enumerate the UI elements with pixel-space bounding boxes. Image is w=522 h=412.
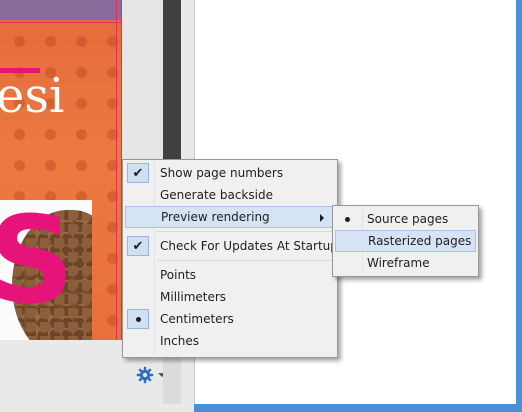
- menu-check-slot: [125, 330, 152, 352]
- menu-item-label: Preview rendering: [161, 210, 270, 224]
- page-photo: S: [0, 200, 92, 340]
- bleed-guide-horizontal: [0, 22, 122, 23]
- window-bottom-left: [0, 404, 194, 412]
- menu-item-label: Source pages: [367, 212, 449, 226]
- submenu-item-rasterized-pages[interactable]: Rasterized pages: [335, 230, 476, 252]
- radio-dot-icon: [127, 309, 149, 329]
- menu-item-centimeters[interactable]: Centimeters: [125, 308, 335, 330]
- menu-item-label: Generate backside: [160, 188, 273, 202]
- menu-item-label: Wireframe: [367, 256, 430, 270]
- menu-check-slot: [335, 252, 359, 274]
- menu-check-slot: [336, 230, 360, 252]
- page-preview[interactable]: esi S: [0, 0, 122, 340]
- menu-item-label: Centimeters: [160, 312, 234, 326]
- page-top-band: [0, 0, 122, 20]
- menu-check-slot: [126, 206, 153, 228]
- page-big-glyph: S: [0, 200, 75, 331]
- menu-item-label: Millimeters: [160, 290, 227, 304]
- checkmark-icon: ✔: [127, 236, 149, 256]
- menu-item-label: Check For Updates At Startup: [160, 239, 338, 253]
- menu-item-label: Inches: [160, 334, 199, 348]
- menu-check-slot: [125, 286, 152, 308]
- gear-icon: [136, 366, 154, 384]
- page-headline: esi: [0, 68, 65, 124]
- window-border-right: [516, 0, 522, 412]
- menu-item-show-page-numbers[interactable]: ✔ Show page numbers: [125, 162, 335, 184]
- menu-item-label: Rasterized pages: [368, 234, 472, 248]
- menu-item-label: Show page numbers: [160, 166, 284, 180]
- menu-item-millimeters[interactable]: Millimeters: [125, 286, 335, 308]
- menu-item-generate-backside[interactable]: Generate backside: [125, 184, 335, 206]
- menu-item-preview-rendering[interactable]: Preview rendering: [125, 206, 335, 228]
- menu-separator: [125, 228, 335, 235]
- vertical-scrollbar[interactable]: [163, 0, 181, 160]
- radio-dot-icon: [335, 208, 359, 230]
- menu-separator: [125, 257, 335, 264]
- preview-rendering-submenu: Source pages Rasterized pages Wireframe: [332, 205, 479, 277]
- bleed-guide-vertical: [116, 0, 117, 340]
- menu-item-points[interactable]: Points: [125, 264, 335, 286]
- checkmark-icon: ✔: [127, 163, 149, 183]
- submenu-arrow-icon: [320, 214, 324, 222]
- menu-check-slot: [125, 184, 152, 206]
- menu-item-inches[interactable]: Inches: [125, 330, 335, 352]
- menu-item-label: Points: [160, 268, 197, 282]
- settings-context-menu: ✔ Show page numbers Generate backside Pr…: [122, 159, 338, 358]
- submenu-item-source-pages[interactable]: Source pages: [335, 208, 476, 230]
- submenu-item-wireframe[interactable]: Wireframe: [335, 252, 476, 274]
- menu-check-slot: [125, 264, 152, 286]
- menu-item-check-for-updates[interactable]: ✔ Check For Updates At Startup: [125, 235, 338, 257]
